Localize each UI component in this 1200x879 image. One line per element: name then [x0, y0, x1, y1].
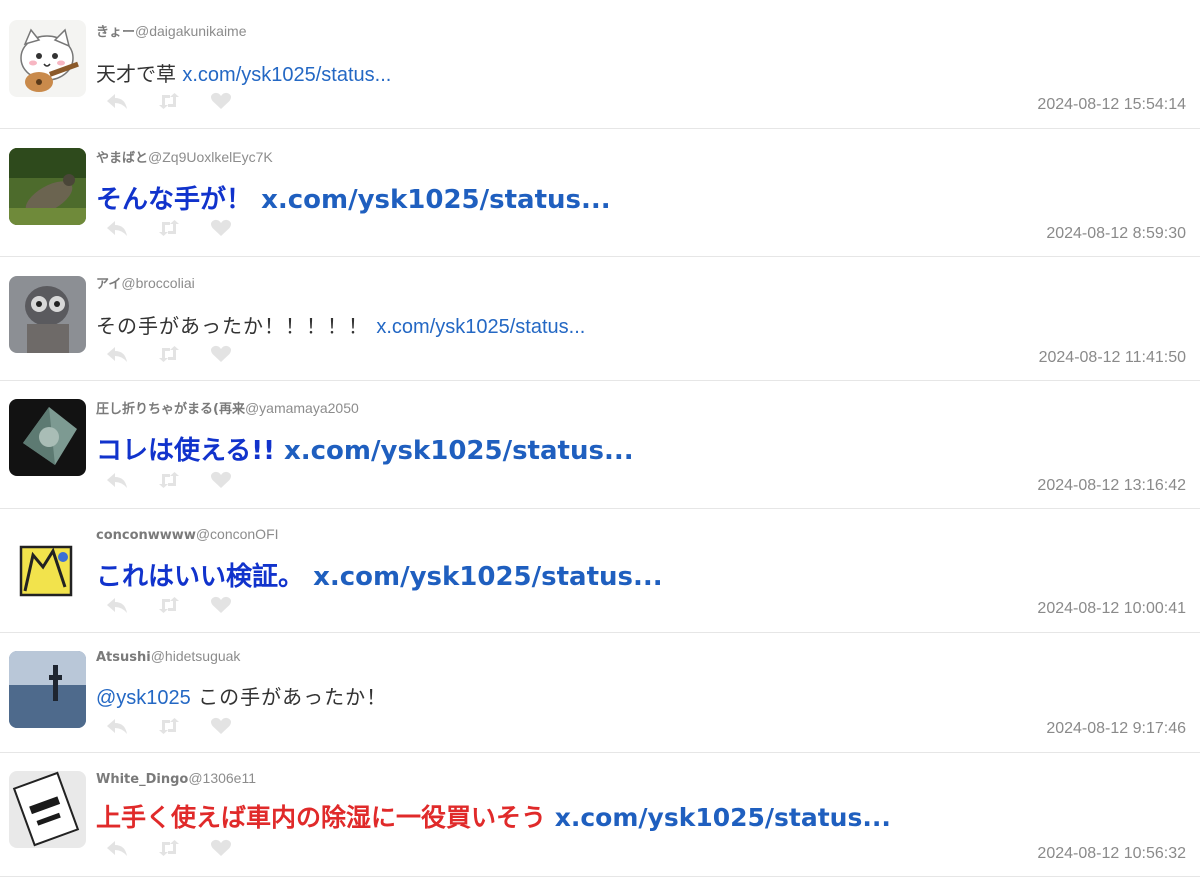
heart-icon[interactable]: [210, 345, 236, 365]
tweet-actions: [106, 219, 236, 239]
heart-icon[interactable]: [210, 596, 236, 616]
tweet-timestamp[interactable]: 2024-08-12 13:16:42: [1037, 477, 1186, 495]
tweet-item: きょー@daigakunikaime 天才で草 x.com/ysk1025/st…: [0, 0, 1200, 129]
author-name: アイ: [96, 277, 122, 292]
tweet-text-content: この手があったか！: [190, 685, 388, 709]
tweet-item: アイ@broccoliai その手があったか！！！！！ x.com/ysk102…: [0, 257, 1200, 381]
tweet-text-content: これはいい検証。: [96, 562, 314, 592]
tweet-actions: [106, 92, 236, 112]
author-name: White_Dingo: [96, 772, 189, 787]
tweet-author[interactable]: White_Dingo@1306e11: [96, 770, 256, 787]
author-handle: @conconOFI: [195, 526, 279, 542]
avatar-fox-drawing: [9, 527, 86, 604]
retweet-icon[interactable]: [158, 839, 184, 859]
avatar[interactable]: [9, 20, 86, 97]
tweet-text: これはいい検証。 x.com/ysk1025/status...: [96, 556, 663, 593]
author-name: Atsushi: [96, 650, 151, 665]
author-handle: @1306e11: [188, 770, 257, 786]
tweet-actions: [106, 345, 236, 365]
tweet-actions: [106, 596, 236, 616]
tweet-text-content: コレは使える!!: [96, 436, 284, 466]
avatar-sign-photo: [9, 771, 86, 848]
tweet-author[interactable]: 圧し折りちゃがまる(再来@yamamaya2050: [96, 398, 359, 417]
avatar[interactable]: [9, 771, 86, 848]
avatar[interactable]: [9, 399, 86, 476]
tweet-link[interactable]: x.com/ysk1025/status...: [182, 64, 391, 86]
tweet-item: Atsushi@hidetsuguak @ysk1025 この手があったか！ 2…: [0, 633, 1200, 753]
heart-icon[interactable]: [210, 219, 236, 239]
tweet-link[interactable]: x.com/ysk1025/status...: [555, 803, 891, 832]
tweet-text: @ysk1025 この手があったか！: [96, 681, 387, 710]
tweet-text-content: そんな手が！: [96, 185, 262, 215]
heart-icon[interactable]: [210, 839, 236, 859]
author-handle: @daigakunikaime: [135, 23, 247, 39]
tweet-actions: [106, 471, 236, 491]
tweet-text: 天才で草 x.com/ysk1025/status...: [96, 58, 391, 87]
reply-icon[interactable]: [106, 717, 132, 737]
tweet-timestamp[interactable]: 2024-08-12 10:00:41: [1037, 600, 1186, 618]
tweet-item: やまばと@Zq9UoxlkelEyc7K そんな手が！ x.com/ysk102…: [0, 129, 1200, 257]
tweet-text-content: 天才で草: [96, 62, 183, 86]
reply-icon[interactable]: [106, 471, 132, 491]
avatar-bird-photo: [9, 148, 86, 225]
author-handle: @hidetsuguak: [150, 648, 241, 664]
author-name: きょー: [96, 25, 136, 40]
reply-icon[interactable]: [106, 596, 132, 616]
retweet-icon[interactable]: [158, 92, 184, 112]
tweet-actions: [106, 717, 236, 737]
tweet-timestamp[interactable]: 2024-08-12 8:59:30: [1046, 225, 1186, 243]
tweet-timestamp[interactable]: 2024-08-12 15:54:14: [1037, 96, 1186, 114]
heart-icon[interactable]: [210, 717, 236, 737]
tweet-text-content: 上手く使えば車内の除湿に一役買いそう: [96, 803, 555, 832]
author-name: 圧し折りちゃがまる(再来: [96, 402, 245, 417]
author-handle: @broccoliai: [121, 275, 195, 291]
tweet-author[interactable]: アイ@broccoliai: [96, 273, 195, 292]
avatar[interactable]: [9, 148, 86, 225]
tweet-text-content: その手があったか！！！！！: [96, 314, 377, 338]
tweet-text: その手があったか！！！！！ x.com/ysk1025/status...: [96, 310, 585, 339]
tweet-author[interactable]: やまばと@Zq9UoxlkelEyc7K: [96, 147, 273, 166]
author-handle: @Zq9UoxlkelEyc7K: [148, 149, 273, 165]
tweet-feed: きょー@daigakunikaime 天才で草 x.com/ysk1025/st…: [0, 0, 1200, 877]
heart-icon[interactable]: [210, 92, 236, 112]
tweet-link[interactable]: x.com/ysk1025/status...: [284, 436, 634, 466]
tweet-timestamp[interactable]: 2024-08-12 11:41:50: [1039, 349, 1186, 367]
retweet-icon[interactable]: [158, 471, 184, 491]
retweet-icon[interactable]: [158, 717, 184, 737]
tweet-link[interactable]: x.com/ysk1025/status...: [376, 316, 585, 338]
tweet-timestamp[interactable]: 2024-08-12 9:17:46: [1046, 720, 1186, 738]
avatar[interactable]: [9, 651, 86, 728]
tweet-text: そんな手が！ x.com/ysk1025/status...: [96, 179, 611, 216]
author-handle: @yamamaya2050: [244, 400, 359, 416]
avatar-crystal-photo: [9, 399, 86, 476]
retweet-icon[interactable]: [158, 596, 184, 616]
retweet-icon[interactable]: [158, 219, 184, 239]
author-name: やまばと: [96, 151, 149, 166]
retweet-icon[interactable]: [158, 345, 184, 365]
reply-icon[interactable]: [106, 839, 132, 859]
tweet-text: 上手く使えば車内の除湿に一役買いそう x.com/ysk1025/status.…: [96, 798, 891, 834]
tweet-timestamp[interactable]: 2024-08-12 10:56:32: [1037, 845, 1186, 863]
avatar[interactable]: [9, 527, 86, 604]
tweet-author[interactable]: きょー@daigakunikaime: [96, 21, 247, 40]
mention-link[interactable]: @ysk1025: [96, 687, 191, 709]
tweet-item: conconwwww@conconOFI これはいい検証。 x.com/ysk1…: [0, 509, 1200, 633]
reply-icon[interactable]: [106, 219, 132, 239]
reply-icon[interactable]: [106, 92, 132, 112]
avatar[interactable]: [9, 276, 86, 353]
tweet-link[interactable]: x.com/ysk1025/status...: [261, 185, 611, 215]
tweet-actions: [106, 839, 236, 859]
tweet-item: White_Dingo@1306e11 上手く使えば車内の除湿に一役買いそう x…: [0, 753, 1200, 877]
tweet-text: コレは使える!! x.com/ysk1025/status...: [96, 430, 634, 467]
author-name: conconwwww: [96, 528, 196, 543]
avatar-sea-photo: [9, 651, 86, 728]
tweet-author[interactable]: conconwwww@conconOFI: [96, 526, 279, 543]
reply-icon[interactable]: [106, 345, 132, 365]
avatar-figure-photo: [9, 276, 86, 353]
avatar-cat-guitar-image: [9, 20, 86, 97]
tweet-item: 圧し折りちゃがまる(再来@yamamaya2050 コレは使える!! x.com…: [0, 381, 1200, 509]
tweet-author[interactable]: Atsushi@hidetsuguak: [96, 648, 240, 665]
tweet-link[interactable]: x.com/ysk1025/status...: [313, 562, 663, 592]
heart-icon[interactable]: [210, 471, 236, 491]
